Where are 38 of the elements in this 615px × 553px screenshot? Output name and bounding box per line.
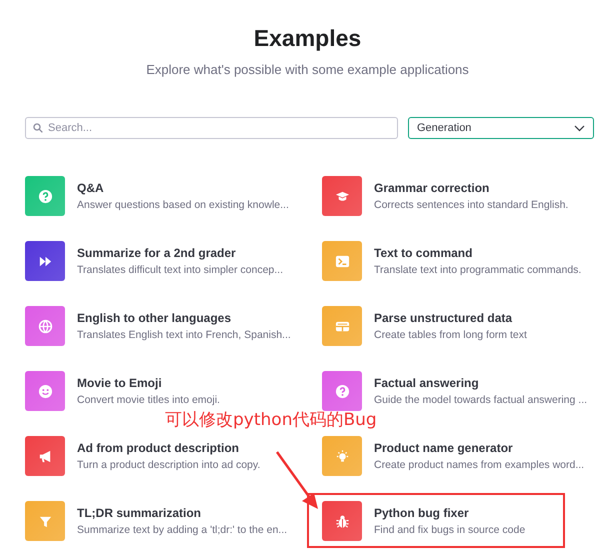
example-description: Convert movie titles into emoji.	[77, 394, 220, 406]
example-title[interactable]: Factual answering	[374, 376, 588, 390]
example-description: Turn a product description into ad copy.	[77, 459, 260, 471]
question-icon	[334, 384, 350, 398]
chevron-down-icon	[574, 124, 585, 132]
light-bulb-icon	[334, 448, 350, 464]
example-title[interactable]: Ad from product description	[77, 441, 260, 455]
example-title[interactable]: Product name generator	[374, 441, 584, 455]
example-title[interactable]: Summarize for a 2nd grader	[77, 246, 284, 260]
page-title: Examples	[252, 24, 362, 52]
category-dropdown[interactable]: Generation	[408, 117, 594, 139]
example-description: Translate text into programmatic commands.	[374, 264, 582, 276]
smiley-icon	[38, 384, 52, 398]
example-description: Find and fix bugs in source code	[374, 524, 526, 536]
example-description: Corrects sentences into standard English.	[374, 199, 568, 211]
example-title[interactable]: Parse unstructured data	[374, 311, 527, 325]
page-subtitle: Explore what's possible with some example applications	[145, 61, 470, 79]
bug-icon	[334, 514, 350, 528]
globe-icon	[38, 318, 52, 334]
example-title[interactable]: Text to command	[374, 246, 582, 260]
example-title[interactable]: Grammar correction	[374, 181, 568, 195]
search-field[interactable]: Search...	[25, 117, 398, 139]
example-title[interactable]: Movie to Emoji	[77, 376, 220, 390]
example-title[interactable]: English to other languages	[77, 311, 291, 325]
example-description: Summarize text by adding a 'tl;dr:' to the en...	[77, 524, 288, 536]
example-title[interactable]: Python bug fixer	[374, 506, 526, 520]
example-description: Guide the model towards factual answering ...	[374, 394, 588, 406]
example-description: Create tables from long form text	[374, 329, 527, 341]
example-description: Answer questions based on existing knowle...	[77, 199, 289, 211]
example-description: Translates English text into French, Spanish...	[77, 329, 291, 341]
megaphone-icon	[38, 448, 52, 464]
example-description: Translates difficult text into simpler concep...	[77, 264, 284, 276]
example-title[interactable]: Q&A	[77, 181, 289, 195]
example-description: Create product names from examples word...	[374, 459, 584, 471]
terminal-icon	[334, 254, 350, 268]
annotation-text: 可以修改python代码的Bug	[165, 409, 377, 431]
example-title[interactable]: TL;DR summarization	[77, 506, 288, 520]
question-icon	[38, 188, 52, 204]
